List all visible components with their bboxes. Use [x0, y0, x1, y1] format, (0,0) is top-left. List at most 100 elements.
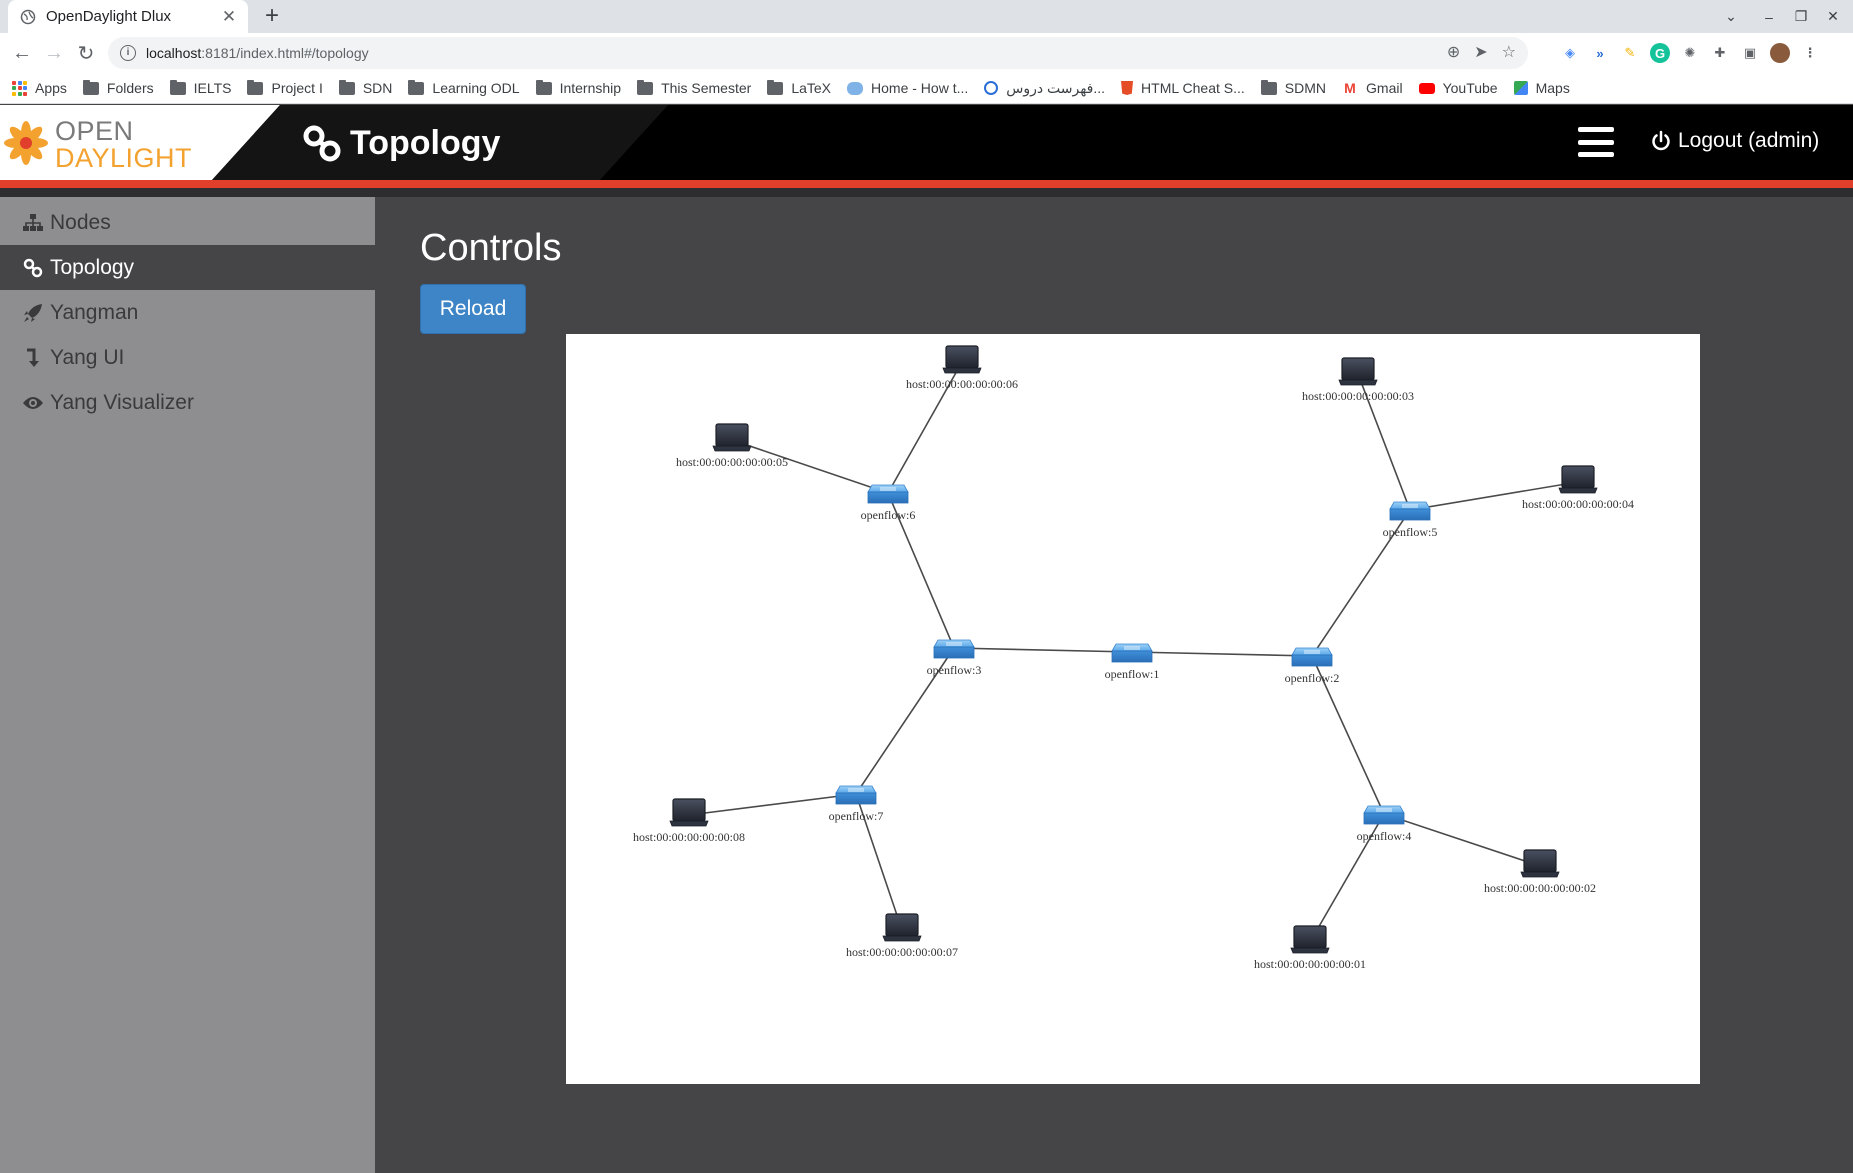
host-node-host-00-00-00-00-00-06[interactable]: host:00:00:00:00:00:06: [906, 345, 1018, 391]
send-icon[interactable]: ➤: [1474, 42, 1487, 62]
host-label: host:00:00:00:00:00:07: [846, 945, 958, 959]
switch-node-openflow-4[interactable]: openflow:4: [1357, 805, 1412, 843]
bookmark-ielts[interactable]: IELTS: [169, 79, 231, 96]
switch-label: openflow:2: [1285, 671, 1340, 685]
forward-button[interactable]: →: [40, 39, 68, 67]
topology-canvas[interactable]: host:00:00:00:00:00:01 host:00:00:00:00:0…: [566, 334, 1700, 1084]
controls-heading: Controls: [420, 227, 562, 269]
host-node-host-00-00-00-00-00-02[interactable]: host:00:00:00:00:00:02: [1484, 849, 1596, 895]
host-label: host:00:00:00:00:00:03: [1302, 389, 1414, 403]
reload-button[interactable]: Reload: [420, 284, 526, 334]
host-node-host-00-00-00-00-00-03[interactable]: host:00:00:00:00:00:03: [1302, 357, 1414, 403]
level-down-icon: [22, 347, 44, 369]
host-label: host:00:00:00:00:00:06: [906, 377, 1018, 391]
host-node-host-00-00-00-00-00-07[interactable]: host:00:00:00:00:00:07: [846, 913, 958, 959]
bookmark-this-semester[interactable]: This Semester: [637, 79, 751, 96]
back-button[interactable]: ←: [8, 39, 36, 67]
extension-translate-icon[interactable]: ◈: [1560, 43, 1580, 63]
bookmark-folders[interactable]: Folders: [82, 79, 154, 96]
switch-node-openflow-1[interactable]: openflow:1: [1105, 643, 1160, 681]
bookmark-maps[interactable]: Maps: [1513, 80, 1570, 96]
zoom-icon[interactable]: ⊕: [1447, 42, 1460, 62]
bookmark-sdmn[interactable]: SDMN: [1260, 79, 1326, 96]
extension-gear-icon[interactable]: ✺: [1680, 43, 1700, 63]
browser-tab[interactable]: OpenDaylight Dlux ✕: [8, 0, 248, 33]
minimize-button[interactable]: –: [1753, 0, 1785, 33]
close-window-button[interactable]: ✕: [1817, 0, 1849, 33]
switch-label: openflow:4: [1357, 829, 1412, 843]
switch-label: openflow:3: [927, 663, 982, 677]
bookmark-gmail[interactable]: M Gmail: [1342, 79, 1402, 96]
folder-icon: [408, 79, 425, 95]
tab-title: OpenDaylight Dlux: [46, 8, 172, 25]
page-title: Topology: [350, 124, 501, 162]
opendaylight-flower-icon[interactable]: [2, 119, 50, 167]
bookmark-youtube[interactable]: YouTube: [1418, 80, 1498, 96]
topology-graph[interactable]: host:00:00:00:00:00:01 host:00:00:00:00:0…: [566, 334, 1700, 1084]
new-tab-button[interactable]: +: [258, 2, 286, 30]
switch-node-openflow-2[interactable]: openflow:2: [1285, 647, 1340, 685]
bookmark-project-i[interactable]: Project I: [247, 79, 323, 96]
link-icon: [303, 125, 341, 162]
switch-node-openflow-6[interactable]: openflow:6: [861, 484, 916, 522]
bookmark-html-cheat-sheet[interactable]: HTML Cheat S...: [1121, 80, 1245, 96]
sidebar-item-label: Yang Visualizer: [50, 390, 194, 414]
bookmark-course-list[interactable]: فهرست دروس...: [984, 80, 1105, 97]
logo-text-daylight: DAYLIGHT: [55, 143, 193, 173]
bookmark-home-how-to[interactable]: Home - How t...: [847, 80, 968, 96]
host-node-host-00-00-00-00-00-01[interactable]: host:00:00:00:00:00:01: [1254, 925, 1366, 971]
url-host: localhost: [146, 45, 202, 61]
extension-audio-icon[interactable]: »: [1590, 43, 1610, 63]
folder-icon: [637, 79, 654, 95]
browser-menu-icon[interactable]: ⋮: [1800, 43, 1820, 63]
app-header: OPEN DAYLIGHT Topology Logout (admin): [0, 105, 1853, 180]
extension-highlighter-icon[interactable]: ✎: [1620, 43, 1640, 63]
globe-icon: [984, 81, 999, 95]
site-info-icon[interactable]: i: [120, 45, 136, 61]
switch-node-openflow-7[interactable]: openflow:7: [829, 785, 884, 823]
logout-button[interactable]: Logout (admin): [1650, 129, 1819, 153]
sidebar-item-yangman[interactable]: Yangman: [0, 290, 375, 335]
address-bar[interactable]: i localhost:8181/index.html#/topology ⊕ …: [108, 37, 1528, 69]
folder-icon: [82, 79, 99, 95]
gmail-icon: M: [1344, 79, 1356, 96]
sidebar-item-topology[interactable]: Topology: [0, 245, 375, 290]
bookmark-sdn[interactable]: SDN: [338, 79, 392, 96]
host-label: host:00:00:00:00:00:04: [1522, 497, 1634, 511]
maps-icon: [1513, 81, 1528, 95]
extensions-puzzle-icon[interactable]: ✚: [1710, 43, 1730, 63]
bookmark-learning-odl[interactable]: Learning ODL: [408, 79, 520, 96]
logout-label: Logout (admin): [1678, 129, 1820, 152]
folder-icon: [767, 79, 784, 95]
close-tab-icon[interactable]: ✕: [220, 7, 238, 27]
sidebar-item-nodes[interactable]: Nodes: [0, 200, 375, 245]
restore-button[interactable]: ❐: [1785, 0, 1817, 33]
host-node-host-00-00-00-00-00-08[interactable]: host:00:00:00:00:00:08: [633, 798, 745, 844]
extension-grammarly-icon[interactable]: G: [1650, 43, 1670, 63]
host-label: host:00:00:00:00:00:08: [633, 830, 745, 844]
cloud-icon: [847, 81, 864, 95]
sidebar-item-label: Topology: [50, 255, 135, 279]
switch-label: openflow:6: [861, 508, 916, 522]
bookmark-star-icon[interactable]: ☆: [1502, 42, 1516, 62]
browser-toolbar: ← → ↻ i localhost:8181/index.html#/topol…: [0, 33, 1853, 73]
logo-text-open: OPEN: [55, 116, 134, 146]
switch-node-openflow-5[interactable]: openflow:5: [1383, 501, 1438, 539]
tab-search-icon[interactable]: ⌄: [1715, 0, 1747, 33]
side-panel-icon[interactable]: ▣: [1740, 43, 1760, 63]
bookmark-latex[interactable]: LaTeX: [767, 79, 831, 96]
reload-page-button[interactable]: ↻: [72, 39, 100, 67]
hamburger-menu-icon[interactable]: [1578, 127, 1614, 157]
sidebar-item-yang-visualizer[interactable]: Yang Visualizer: [0, 380, 375, 425]
host-node-host-00-00-00-00-00-05[interactable]: host:00:00:00:00:00:05: [676, 423, 788, 469]
bookmark-internship[interactable]: Internship: [535, 79, 621, 96]
url-path: :8181/index.html#/topology: [201, 45, 369, 61]
bookmark-apps[interactable]: Apps: [12, 80, 67, 96]
sidebar-item-label: Yang UI: [50, 345, 125, 369]
sidebar-item-yang-ui[interactable]: Yang UI: [0, 335, 375, 380]
eye-icon: [22, 392, 44, 414]
switch-node-openflow-3[interactable]: openflow:3: [927, 639, 982, 677]
link-openflow-1-openflow-3: [953, 647, 1133, 653]
apps-grid-icon: [12, 80, 27, 96]
profile-avatar[interactable]: [1770, 43, 1790, 63]
